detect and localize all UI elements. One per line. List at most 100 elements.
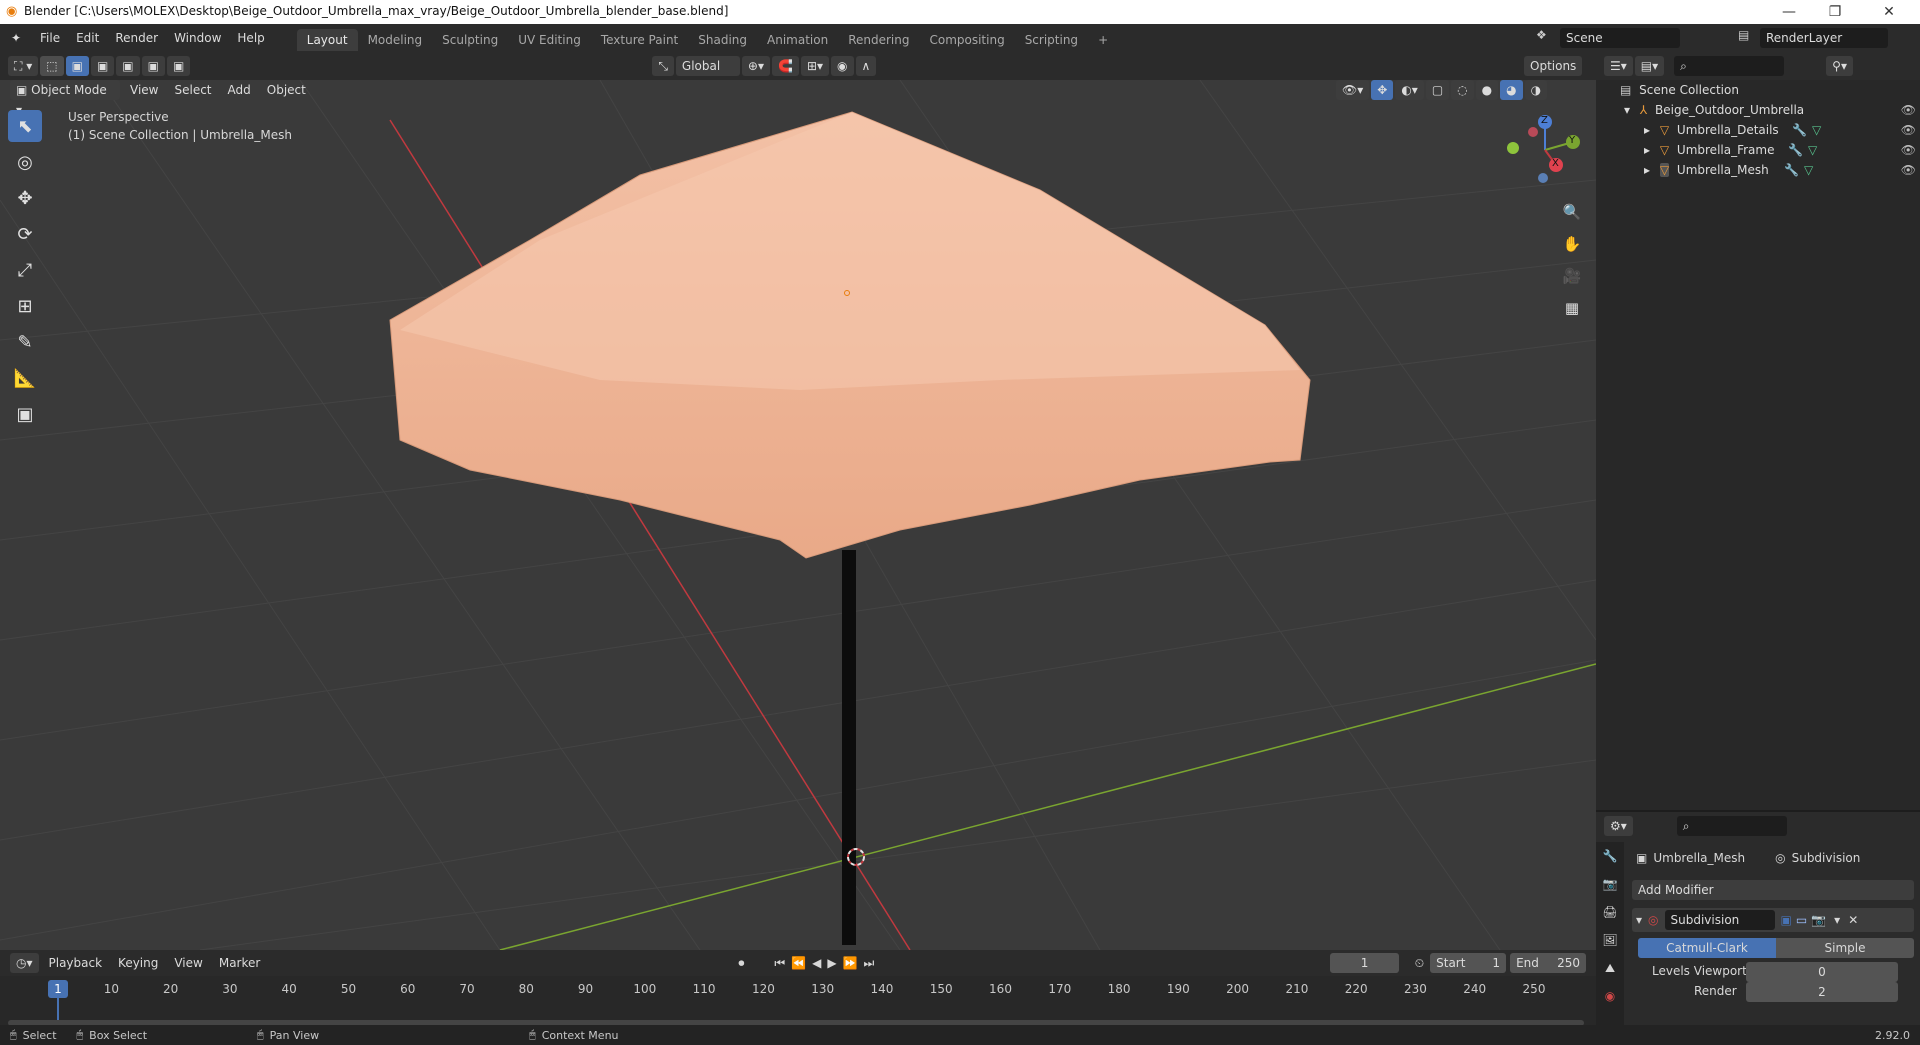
shading-wireframe-icon[interactable]: ◌ <box>1451 80 1474 100</box>
umbrella-pole[interactable] <box>842 550 856 945</box>
tab-texture-paint[interactable]: Texture Paint <box>591 29 688 51</box>
timeline-menu-keying[interactable]: Keying <box>110 950 166 976</box>
navigation-gizmo[interactable]: Z Y X <box>1500 110 1580 190</box>
shading-rendered-icon[interactable]: ◑ <box>1524 80 1548 100</box>
shading-solid-icon[interactable]: ● <box>1475 80 1499 100</box>
menu-edit[interactable]: Edit <box>68 24 107 52</box>
snap-icon[interactable]: 🧲 <box>772 56 799 76</box>
expand-arrow-icon[interactable]: ▾ <box>1624 103 1630 117</box>
jump-end-button[interactable]: ⏭ <box>864 956 875 971</box>
pan-hand-icon[interactable]: ✋ <box>1558 230 1586 258</box>
start-frame-field[interactable]: Start 1 <box>1430 953 1507 973</box>
menu-window[interactable]: Window <box>166 24 229 52</box>
modifier-dropdown-icon[interactable]: ▾ <box>1834 913 1840 927</box>
output-tab-icon[interactable]: 🖨 <box>1596 898 1624 926</box>
jump-start-button[interactable]: ⏮ <box>774 956 785 971</box>
outliner-search-input[interactable]: ⌕ <box>1674 56 1785 76</box>
tab-rendering[interactable]: Rendering <box>838 29 919 51</box>
current-frame-field[interactable]: 1 <box>1330 953 1399 973</box>
play-reverse-button[interactable]: ◀ <box>812 956 821 970</box>
viewport-toggle-icon[interactable]: ▭ <box>1796 913 1807 927</box>
visibility-icon[interactable]: 👁▾ <box>1336 80 1370 100</box>
measure-tool-icon[interactable]: 📐 <box>8 362 42 394</box>
play-button[interactable]: ▶ <box>827 956 836 970</box>
select-mode-intersect-icon[interactable]: ▣ <box>166 56 191 76</box>
blender-menu-icon[interactable]: ✦ <box>0 31 32 45</box>
scale-tool-icon[interactable]: ⤢ <box>8 254 42 286</box>
tab-animation[interactable]: Animation <box>757 29 838 51</box>
expand-arrow-icon[interactable]: ▸ <box>1644 163 1650 177</box>
tab-scripting[interactable]: Scripting <box>1015 29 1088 51</box>
viewport-menu-view[interactable]: View <box>122 80 166 102</box>
transform-tool-icon[interactable]: ⊞ <box>8 290 42 322</box>
select-mode-subtract-icon[interactable]: ▣ <box>116 56 140 76</box>
select-tool-icon[interactable]: ⬚ <box>40 56 64 76</box>
editor-type-icon[interactable]: ⛶ ▾ <box>8 56 39 76</box>
visibility-eye-icon[interactable]: 👁 <box>1901 160 1916 180</box>
timeline-menu-view[interactable]: View <box>166 950 210 976</box>
timeline-menu-playback[interactable]: Playback <box>41 950 111 976</box>
menu-render[interactable]: Render <box>107 24 166 52</box>
scene-tab-icon[interactable]: ⛰ <box>1596 954 1624 982</box>
timeline-editor-icon[interactable]: ◷▾ <box>10 953 39 973</box>
render-tab-icon[interactable]: 📷 <box>1596 870 1624 898</box>
outliner-row-collection[interactable]: ▾ ⅄ Beige_Outdoor_Umbrella 👁 <box>1596 100 1920 120</box>
simple-option[interactable]: Simple <box>1776 938 1914 958</box>
render-toggle-icon[interactable]: 📷 <box>1811 913 1826 927</box>
properties-search-input[interactable]: ⌕ <box>1676 816 1787 836</box>
tab-compositing[interactable]: Compositing <box>919 29 1014 51</box>
outliner-editor-icon[interactable]: ☰▾ <box>1604 56 1633 76</box>
add-cube-tool-icon[interactable]: ▣ <box>8 398 42 430</box>
shading-material-icon[interactable]: ◕ <box>1500 80 1523 100</box>
timeline-track[interactable]: 10 20 30 40 50 60 70 80 90 100 110 120 130 140 150 160 1… <box>0 976 1596 1030</box>
visibility-eye-icon[interactable]: 👁 <box>1901 100 1916 120</box>
snap-target-icon[interactable]: ⊞▾ <box>800 56 830 76</box>
grid-view-icon[interactable]: ▦ <box>1558 294 1586 322</box>
add-workspace-button[interactable]: + <box>1088 29 1118 51</box>
tab-modeling[interactable]: Modeling <box>358 29 433 51</box>
tool-tab-icon[interactable]: 🔧 <box>1596 842 1624 870</box>
falloff-icon[interactable]: ∧ <box>855 56 877 76</box>
properties-editor-icon[interactable]: ⚙▾ <box>1604 816 1633 836</box>
viewport-menu-select[interactable]: Select <box>166 80 219 102</box>
options-button[interactable]: Options <box>1524 56 1583 76</box>
outliner-row-umbrella-frame[interactable]: ▸ ▽ Umbrella_Frame 🔧 ▽ 👁 <box>1596 140 1920 160</box>
playhead[interactable]: 1 <box>48 980 68 998</box>
outliner-display-mode-icon[interactable]: ▤▾ <box>1634 56 1665 76</box>
select-box-icon[interactable]: ⬉ <box>8 110 42 142</box>
outliner-row-scene-collection[interactable]: ▤ Scene Collection <box>1596 80 1920 100</box>
camera-icon[interactable]: 🎥 <box>1558 262 1586 290</box>
cursor-tool-icon[interactable]: ◎ <box>8 146 42 178</box>
tab-shading[interactable]: Shading <box>688 29 757 51</box>
render-levels-field[interactable]: 2 <box>1746 982 1898 1002</box>
rotate-tool-icon[interactable]: ⟳ <box>8 218 42 250</box>
jump-keyframe-back-button[interactable]: ⏪ <box>791 956 806 970</box>
close-button[interactable]: ✕ <box>1866 0 1912 24</box>
overlay-toggle-icon[interactable]: ◐▾ <box>1395 80 1424 100</box>
expand-arrow-icon[interactable]: ▸ <box>1644 143 1650 157</box>
minimize-button[interactable]: — <box>1766 0 1812 24</box>
menu-help[interactable]: Help <box>229 24 272 52</box>
annotate-tool-icon[interactable]: ✎ <box>8 326 42 358</box>
3d-viewport[interactable]: User Perspective (1) Scene Collection | … <box>0 80 1596 950</box>
xray-icon[interactable]: ▢ <box>1425 80 1450 100</box>
view-layer-tab-icon[interactable]: 🖼 <box>1596 926 1624 954</box>
viewport-menu-object[interactable]: Object <box>259 80 314 102</box>
jump-keyframe-forward-button[interactable]: ⏩ <box>843 956 858 970</box>
tab-layout[interactable]: Layout <box>296 28 358 51</box>
end-frame-field[interactable]: End 250 <box>1510 953 1586 973</box>
timeline-menu-marker[interactable]: Marker <box>211 950 268 976</box>
collapse-arrow-icon[interactable]: ▾ <box>1636 913 1642 927</box>
proportional-edit-icon[interactable]: ◉ <box>831 56 854 76</box>
select-mode-invert-icon[interactable]: ▣ <box>141 56 165 76</box>
world-tab-icon[interactable]: ◉ <box>1596 982 1624 1010</box>
pivot-point-icon[interactable]: ⊕▾ <box>741 56 770 76</box>
gizmo-toggle-icon[interactable]: ✥ <box>1371 80 1394 100</box>
select-mode-extend-icon[interactable]: ▣ <box>90 56 115 76</box>
record-button[interactable]: ⏺ <box>738 956 744 971</box>
catmull-clark-option[interactable]: Catmull-Clark <box>1638 938 1776 958</box>
visibility-eye-icon[interactable]: 👁 <box>1901 140 1916 160</box>
move-tool-icon[interactable]: ✥ <box>8 182 42 214</box>
outliner-row-umbrella-details[interactable]: ▸ ▽ Umbrella_Details 🔧 ▽ 👁 <box>1596 120 1920 140</box>
select-mode-new-icon[interactable]: ▣ <box>65 56 89 76</box>
